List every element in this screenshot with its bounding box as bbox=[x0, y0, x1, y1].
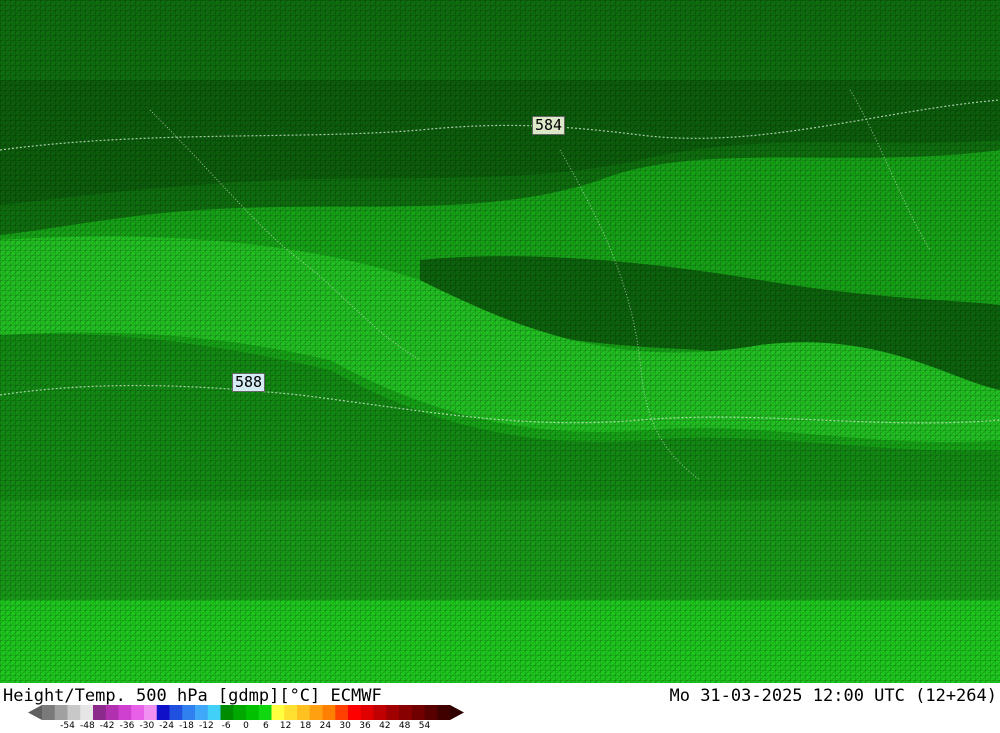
colorbar-swatch bbox=[105, 705, 119, 720]
colorbar-swatch bbox=[386, 705, 400, 720]
colorbar-tick-label: 24 bbox=[319, 721, 332, 731]
colorbar-swatch bbox=[411, 705, 425, 720]
colorbar-swatch bbox=[309, 705, 323, 720]
colorbar-swatch bbox=[156, 705, 170, 720]
colorbar-tick-label: -54 bbox=[60, 721, 75, 731]
colorbar-tick-label: 36 bbox=[359, 721, 371, 731]
colorbar-tick-label: -18 bbox=[179, 721, 194, 731]
colorbar-swatch bbox=[360, 705, 374, 720]
colorbar-swatch bbox=[258, 705, 272, 720]
colorbar-swatch bbox=[399, 705, 413, 720]
colorbar-swatch bbox=[246, 705, 260, 720]
contour-label-588: 588 bbox=[232, 373, 266, 392]
colorbar-swatch bbox=[233, 705, 247, 720]
colorbar-tick-label: -36 bbox=[119, 721, 135, 731]
colorbar-swatch bbox=[373, 705, 387, 720]
colorbar-arrow-right bbox=[450, 705, 464, 720]
colorbar-tick-label: 18 bbox=[299, 721, 312, 731]
colorbar-tick-label: 42 bbox=[379, 721, 391, 731]
map-footer: Height/Temp. 500 hPa [gdmp][°C] ECMWF Mo… bbox=[0, 683, 1000, 733]
colorbar-tick-label: -48 bbox=[79, 721, 95, 731]
colorbar-swatch bbox=[348, 705, 362, 720]
colorbar-tick-label: 48 bbox=[398, 721, 411, 731]
map-datetime: Mo 31-03-2025 12:00 UTC (12+264) bbox=[669, 686, 997, 706]
colorbar-tick-label: 54 bbox=[418, 721, 431, 731]
colorbar-swatch bbox=[131, 705, 145, 720]
colorbar-swatch bbox=[207, 705, 221, 720]
colorbar-swatch bbox=[67, 705, 81, 720]
contour-label-584: 584 bbox=[532, 116, 566, 135]
colorbar-tick-label: -12 bbox=[198, 721, 214, 731]
colorbar-tick-label: -42 bbox=[99, 721, 115, 731]
colorbar-swatch bbox=[182, 705, 196, 720]
colorbar-arrow-left bbox=[28, 705, 42, 720]
colorbar-swatch bbox=[93, 705, 107, 720]
weather-map: 584 588 bbox=[0, 0, 1000, 683]
map-canvas bbox=[0, 0, 1000, 683]
colorbar-tick-label: 0 bbox=[243, 721, 249, 731]
colorbar-ticks: -54 -48 -42 -36 -30 -24 -18 -12 -6 0 6 12 18 24 30 36 42… bbox=[0, 721, 470, 733]
map-title: Height/Temp. 500 hPa [gdmp][°C] ECMWF bbox=[3, 686, 382, 706]
colorbar-tick-label: -24 bbox=[159, 721, 175, 731]
colorbar-swatch bbox=[271, 705, 285, 720]
colorbar-swatch bbox=[42, 705, 56, 720]
colorbar-swatch bbox=[144, 705, 158, 720]
colorbar-swatch bbox=[54, 705, 68, 720]
colorbar-swatch bbox=[169, 705, 183, 720]
colorbar-swatch bbox=[195, 705, 209, 720]
colorbar-swatch bbox=[118, 705, 132, 720]
colorbar-swatch bbox=[322, 705, 336, 720]
colorbar-tick-label: -30 bbox=[139, 721, 155, 731]
colorbar-swatch bbox=[335, 705, 349, 720]
colorbar-swatch bbox=[437, 705, 451, 720]
colorbar-swatch bbox=[284, 705, 298, 720]
colorbar-tick-label: 6 bbox=[262, 721, 269, 731]
colorbar-tick-label: 12 bbox=[279, 721, 292, 731]
colorbar-swatch bbox=[297, 705, 311, 720]
colorbar-swatch bbox=[424, 705, 438, 720]
colorbar-tick-label: -6 bbox=[221, 721, 231, 731]
hatch-overlay bbox=[0, 0, 1000, 683]
colorbar-swatch bbox=[80, 705, 94, 720]
colorbar bbox=[28, 705, 464, 720]
colorbar-tick-label: 30 bbox=[339, 721, 351, 731]
colorbar-swatch bbox=[220, 705, 234, 720]
